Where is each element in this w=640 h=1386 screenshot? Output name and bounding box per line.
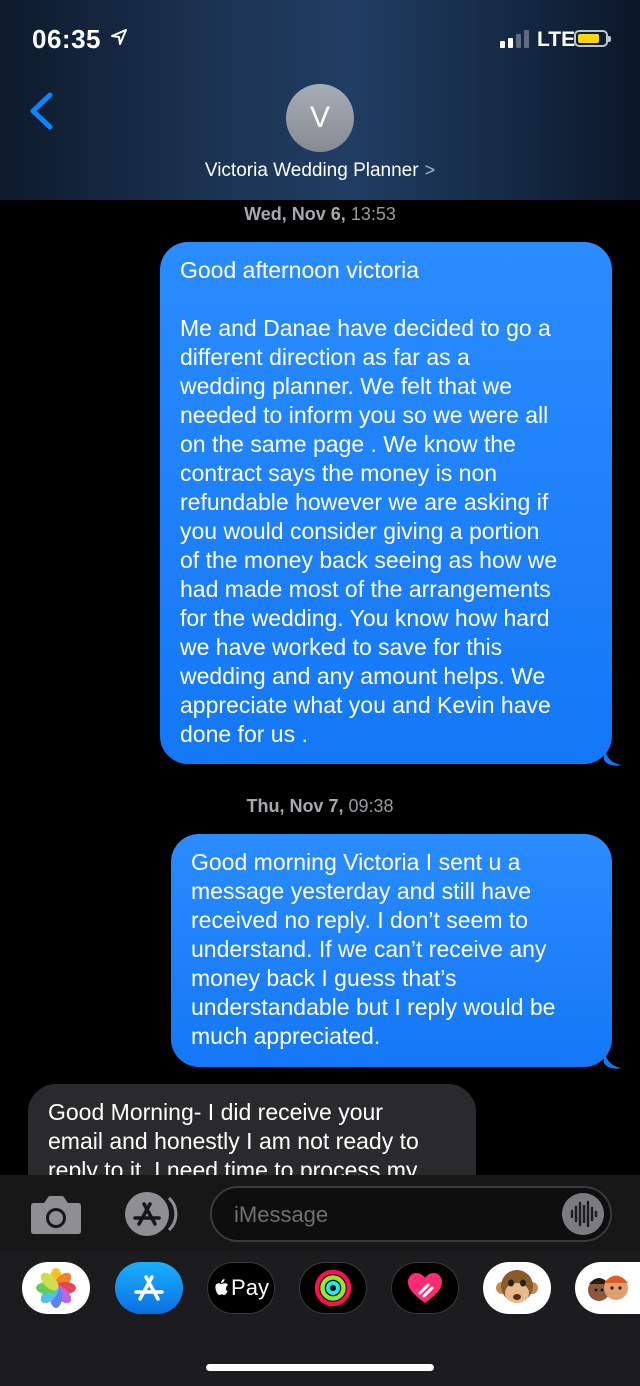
battery-icon <box>574 30 611 47</box>
status-time: 06:35 <box>32 24 101 54</box>
app-store-icon[interactable] <box>119 1190 179 1238</box>
memoji-app[interactable] <box>575 1262 640 1314</box>
timestamp: Thu, Nov 7, 09:38 <box>246 796 394 816</box>
message-input[interactable]: iMessage <box>210 1186 612 1242</box>
outgoing-message[interactable]: Good afternoon victoria Me and Danae hav… <box>160 242 612 764</box>
photos-icon <box>36 1268 76 1308</box>
home-indicator[interactable] <box>206 1364 434 1371</box>
location-arrow-icon <box>111 29 127 45</box>
contact-name-button[interactable]: Victoria Wedding Planner > <box>0 160 640 182</box>
timestamp: Wed, Nov 6, 13:53 <box>244 204 396 224</box>
animoji-app[interactable] <box>483 1262 551 1314</box>
photos-app[interactable] <box>22 1262 90 1314</box>
digital-touch-app[interactable] <box>391 1262 459 1314</box>
network-type: LTE <box>537 28 576 51</box>
monkey-icon <box>496 1270 538 1303</box>
contact-name: Victoria Wedding Planner <box>204 160 419 181</box>
heart-icon <box>408 1273 442 1303</box>
bubble-tail <box>604 746 622 766</box>
back-chevron-icon[interactable] <box>26 92 56 130</box>
message-input-placeholder: iMessage <box>234 1202 329 1227</box>
apple-pay-label: Pay <box>231 1275 269 1300</box>
app-store-icon <box>134 1275 164 1301</box>
audio-waveform-icon[interactable] <box>562 1193 604 1235</box>
outgoing-message[interactable]: Good morning Victoria I sent u a message… <box>171 834 612 1067</box>
memoji-icon <box>587 1275 628 1301</box>
apple-logo-icon <box>215 1279 229 1295</box>
camera-icon[interactable] <box>30 1193 82 1235</box>
chevron-right-icon: > <box>424 160 436 180</box>
apple-pay-app[interactable]: Pay <box>207 1262 275 1314</box>
activity-rings-icon <box>314 1269 352 1307</box>
activity-app[interactable] <box>299 1262 367 1314</box>
bubble-tail <box>604 1049 622 1069</box>
contact-avatar[interactable]: V <box>286 84 354 152</box>
app-store-app[interactable] <box>115 1262 183 1314</box>
signal-strength-icon <box>500 30 529 48</box>
